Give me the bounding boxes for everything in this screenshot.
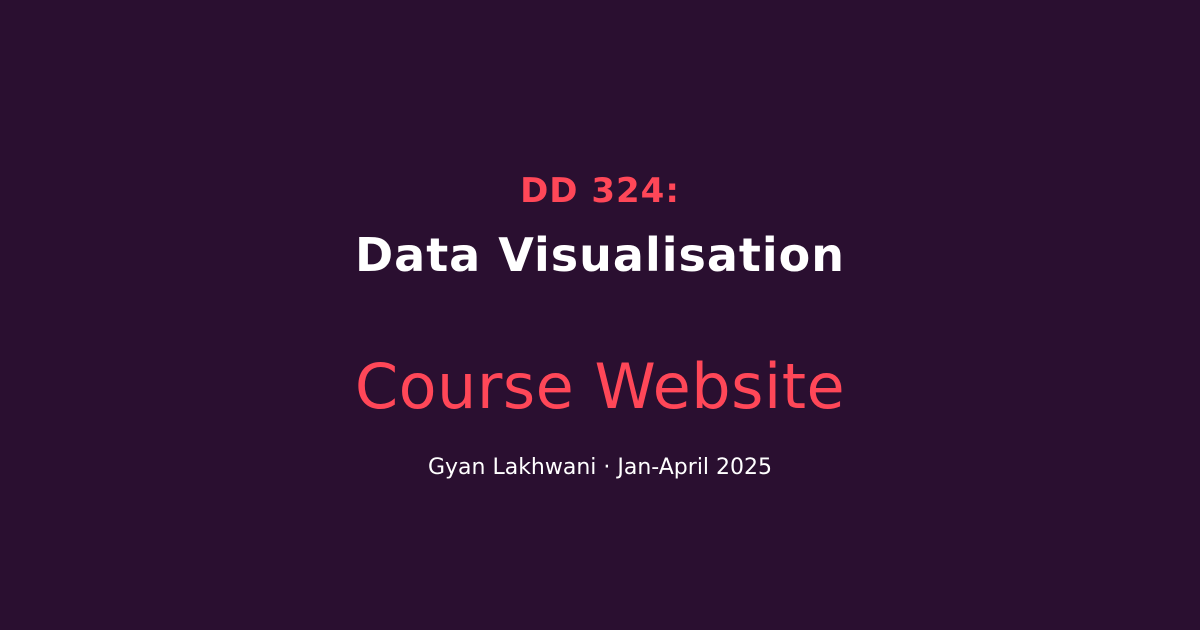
- byline: Gyan Lakhwani · Jan-April 2025: [427, 455, 773, 480]
- site-label: Course Website: [354, 350, 846, 423]
- course-code: DD 324:: [520, 171, 680, 211]
- title-card: DD 324: Data Visualisation Course Websit…: [0, 0, 1200, 630]
- course-title: Data Visualisation: [354, 228, 846, 282]
